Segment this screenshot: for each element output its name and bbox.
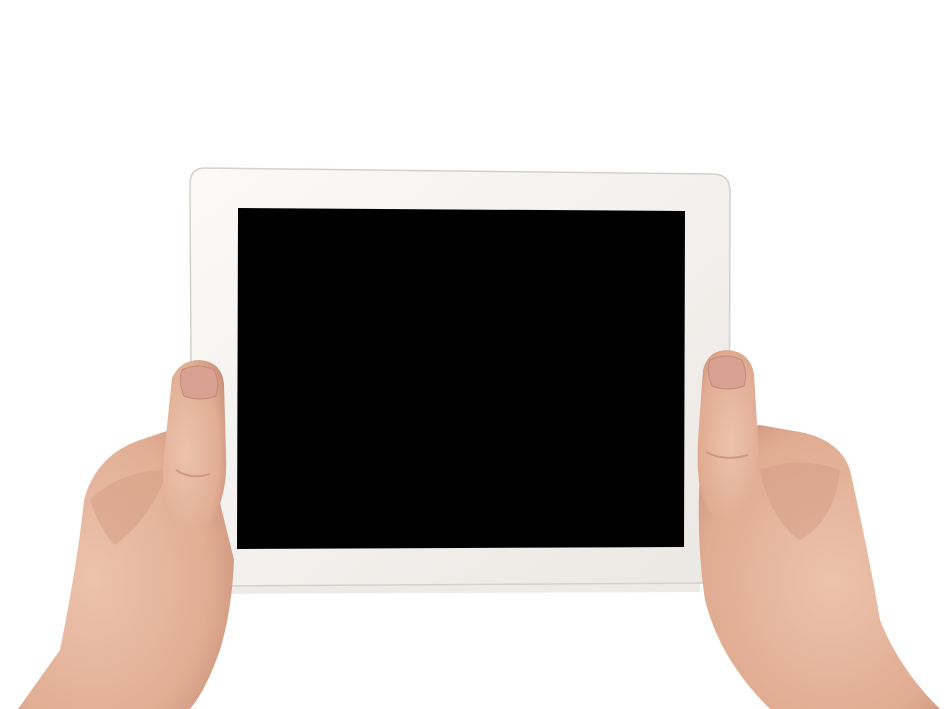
right-thumbnail [707, 355, 747, 390]
tablet-screen [237, 208, 685, 549]
tablet-held-in-hands-illustration [18, 167, 940, 709]
right-hand [697, 350, 940, 709]
photo-scene [0, 0, 950, 709]
left-thumbnail [179, 365, 219, 400]
left-hand [18, 360, 234, 709]
tablet-device [189, 167, 731, 594]
